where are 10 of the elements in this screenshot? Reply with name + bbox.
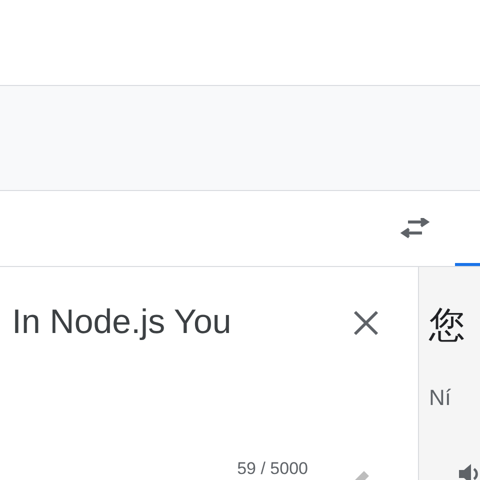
- source-text: In Node.js You: [12, 303, 232, 342]
- clear-button[interactable]: [352, 309, 380, 337]
- translated-text: 您: [429, 303, 465, 347]
- tab-indicator: [455, 263, 480, 266]
- speaker-icon: [457, 462, 480, 480]
- pinyin-text: Ní: [429, 385, 451, 411]
- close-icon: [352, 309, 380, 337]
- listen-button[interactable]: [457, 462, 480, 480]
- character-count: 59 / 5000: [237, 459, 308, 479]
- swap-arrows-icon: [400, 218, 430, 240]
